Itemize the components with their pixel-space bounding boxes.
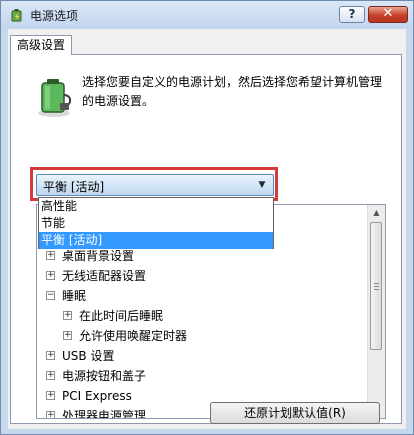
- tree-scrollbar[interactable]: ▲ ▼: [367, 205, 385, 418]
- expand-icon[interactable]: +: [46, 391, 55, 400]
- window-title: 电源选项: [30, 9, 79, 23]
- tree-item-label: 睡眠: [62, 289, 87, 303]
- grip-line: [374, 283, 379, 284]
- tree-item[interactable]: + 在此时间后睡眠: [63, 306, 163, 326]
- expand-icon[interactable]: +: [63, 331, 72, 340]
- tree-item[interactable]: + 桌面背景设置: [46, 246, 134, 266]
- tree-item[interactable]: + USB 设置: [46, 346, 114, 366]
- power-options-icon: [11, 9, 22, 22]
- expand-icon[interactable]: +: [46, 251, 55, 260]
- tree-item[interactable]: + PCI Express: [46, 386, 132, 406]
- tree-item-label: 电源按钮和盖子: [62, 369, 147, 383]
- help-button[interactable]: ?: [339, 6, 365, 23]
- collapse-icon[interactable]: −: [46, 291, 55, 300]
- intro-line-1: 选择您要自定义的电源计划，然后选择您希望计算机管理: [82, 75, 383, 89]
- expand-icon[interactable]: +: [46, 411, 55, 418]
- tree-item-label: 无线适配器设置: [62, 269, 147, 283]
- tree-item-label: USB 设置: [62, 349, 115, 363]
- scroll-up-icon[interactable]: ▲: [369, 205, 384, 220]
- plan-select-value: 平衡 [活动]: [43, 180, 105, 194]
- expand-icon[interactable]: +: [63, 311, 72, 320]
- plan-option-high-performance[interactable]: 高性能: [39, 198, 273, 215]
- intro-line-2: 的电源设置。: [82, 94, 155, 108]
- plan-select[interactable]: 平衡 [活动] ▼: [36, 174, 274, 196]
- dropdown-arrow-icon[interactable]: ▼: [254, 177, 270, 193]
- tree-item-label: 处理器电源管理: [62, 409, 147, 419]
- tree-item-label: 允许使用唤醒定时器: [79, 329, 188, 343]
- plan-option-balanced[interactable]: 平衡 [活动]: [39, 232, 273, 249]
- tab-advanced-settings[interactable]: 高级设置: [10, 35, 73, 55]
- tree-item[interactable]: + 电源按钮和盖子: [46, 366, 146, 386]
- power-options-window: 电源选项 ? ✕ 高级设置 选择您要自定义的电源计划，然后选择您希望计算机管理 …: [0, 0, 414, 435]
- tree-item[interactable]: − 睡眠: [46, 286, 86, 306]
- dialog-client-area: 高级设置 选择您要自定义的电源计划，然后选择您希望计算机管理 的电源设置。 + 桌…: [8, 29, 406, 429]
- expand-icon[interactable]: +: [46, 351, 55, 360]
- scrollbar-thumb[interactable]: [370, 222, 382, 350]
- plan-dropdown-list[interactable]: 高性能 节能 平衡 [活动]: [38, 197, 274, 249]
- grip-line: [374, 286, 379, 287]
- tree-item[interactable]: + 无线适配器设置: [46, 266, 146, 286]
- battery-power-icon: [38, 79, 72, 117]
- expand-icon[interactable]: +: [46, 271, 55, 280]
- close-button[interactable]: ✕: [368, 6, 408, 23]
- intro-text: 选择您要自定义的电源计划，然后选择您希望计算机管理 的电源设置。: [82, 73, 397, 111]
- tree-item[interactable]: + 允许使用唤醒定时器: [63, 326, 187, 346]
- tree-item-label: 桌面背景设置: [62, 249, 135, 263]
- grip-line: [374, 289, 379, 290]
- tree-item-label: 在此时间后睡眠: [79, 309, 164, 323]
- expand-icon[interactable]: +: [46, 371, 55, 380]
- title-bar[interactable]: 电源选项 ? ✕: [1, 1, 413, 29]
- tree-item-label: PCI Express: [62, 389, 132, 403]
- restore-defaults-button[interactable]: 还原计划默认值(R): [210, 402, 380, 424]
- tree-item[interactable]: + 处理器电源管理: [46, 406, 147, 419]
- plan-option-power-saver[interactable]: 节能: [39, 215, 273, 232]
